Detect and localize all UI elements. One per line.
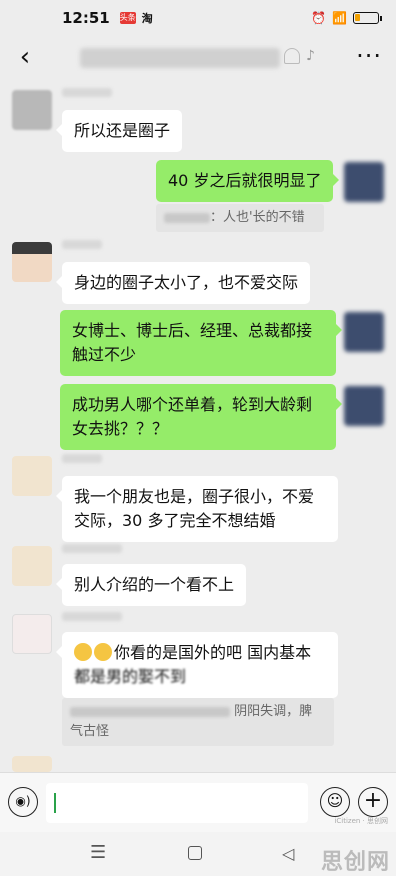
quoted-text: ：人也'长的不错 (210, 210, 305, 225)
sender-name-blurred (62, 544, 122, 553)
more-options-button[interactable]: ··· (356, 42, 382, 70)
message-line: 都是男的娶不到 (74, 667, 187, 686)
chat-area[interactable]: 所以还是圈子 40 岁之后就很明显了 ：人也'长的不错 身边的圈子太小了，也不爱… (0, 80, 396, 772)
status-icons: ⏰ 📶 (311, 11, 382, 25)
cat-emoji-icon (94, 643, 112, 661)
status-time: 12:51 (62, 9, 110, 27)
avatar[interactable] (12, 614, 52, 654)
taobao-badge: 淘 (141, 12, 153, 25)
message-bubble[interactable]: 你看的是国外的吧 国内基本 都是男的娶不到 (56, 632, 338, 698)
avatar[interactable] (12, 90, 52, 130)
quoted-text: 阴阳失调，脾 (234, 704, 313, 719)
message-line: 女博士、博士后、经理、总裁都接 (72, 321, 313, 340)
message-bubble-self[interactable]: 女博士、博士后、经理、总裁都接 触过不少 (60, 310, 342, 376)
mute-icon (284, 48, 300, 64)
message-bubble[interactable]: 所以还是圈子 (55, 110, 183, 152)
message-bubble[interactable]: 别人介绍的一个看不上 (55, 564, 247, 606)
voice-input-button[interactable]: ◉) (8, 787, 38, 817)
message-input[interactable] (46, 783, 308, 823)
sender-name-blurred (62, 88, 112, 97)
avatar[interactable] (12, 756, 52, 772)
earpiece-icon: ♪ (306, 48, 315, 64)
text-caret (54, 793, 56, 813)
avatar[interactable] (12, 456, 52, 496)
self-avatar[interactable] (344, 312, 384, 352)
back-button[interactable]: ‹ (10, 42, 40, 72)
quoted-reply[interactable]: 阴阳失调，脾 气古怪 (62, 698, 334, 746)
sender-name-blurred (62, 240, 102, 249)
chat-title-blurred (80, 48, 280, 68)
battery-cap (380, 15, 382, 21)
recent-apps-button[interactable]: ☰ (90, 844, 108, 862)
watermark-logo: 思创网 (320, 850, 390, 875)
sender-name-blurred (62, 454, 102, 463)
watermark-subtext: iCitizen · 思创网 (334, 817, 388, 825)
wifi-icon: 📶 (332, 11, 347, 25)
battery-icon (353, 12, 379, 24)
message-bubble[interactable]: 身边的圈子太小了，也不爱交际 (55, 262, 311, 304)
message-line: 交际，30 多了完全不想结婚 (74, 511, 276, 530)
more-actions-button[interactable]: + (358, 787, 388, 817)
self-avatar[interactable] (344, 162, 384, 202)
home-button[interactable] (188, 846, 202, 860)
quoted-text-blurred (70, 706, 230, 717)
message-bubble-self[interactable]: 成功男人哪个还单着，轮到大龄剩 女去挑？？？ (60, 384, 342, 450)
message-line: 成功男人哪个还单着，轮到大龄剩 (72, 395, 313, 414)
system-nav-bar: ☰ ◁ 思创网 (0, 832, 396, 876)
avatar[interactable] (12, 242, 52, 282)
message-line: 我一个朋友也是，圈子很小，不爱 (74, 487, 315, 506)
chat-header: ‹ ♪ ··· (0, 36, 396, 80)
system-back-button[interactable]: ◁ (282, 844, 294, 863)
avatar[interactable] (12, 546, 52, 586)
status-bar: 12:51 头条 淘 ⏰ 📶 (0, 0, 396, 36)
message-line: 女去挑？？？ (72, 419, 169, 438)
message-line: 你看的是国外的吧 国内基本 (114, 643, 312, 662)
self-avatar[interactable] (344, 386, 384, 426)
message-bubble-self[interactable]: 40 岁之后就很明显了 (156, 160, 340, 202)
quoted-name-blurred (164, 212, 210, 223)
sender-name-blurred (62, 612, 122, 621)
message-bubble[interactable]: 我一个朋友也是，圈子很小，不爱 交际，30 多了完全不想结婚 (56, 476, 338, 542)
quoted-text: 气古怪 (70, 724, 110, 739)
emoji-button[interactable]: ☺ (320, 787, 350, 817)
quoted-reply[interactable]: ：人也'长的不错 (156, 204, 324, 232)
cat-emoji-icon (74, 643, 92, 661)
toutiao-badge: 头条 (119, 12, 136, 24)
message-line: 触过不少 (72, 345, 137, 364)
alarm-icon: ⏰ (311, 11, 327, 25)
